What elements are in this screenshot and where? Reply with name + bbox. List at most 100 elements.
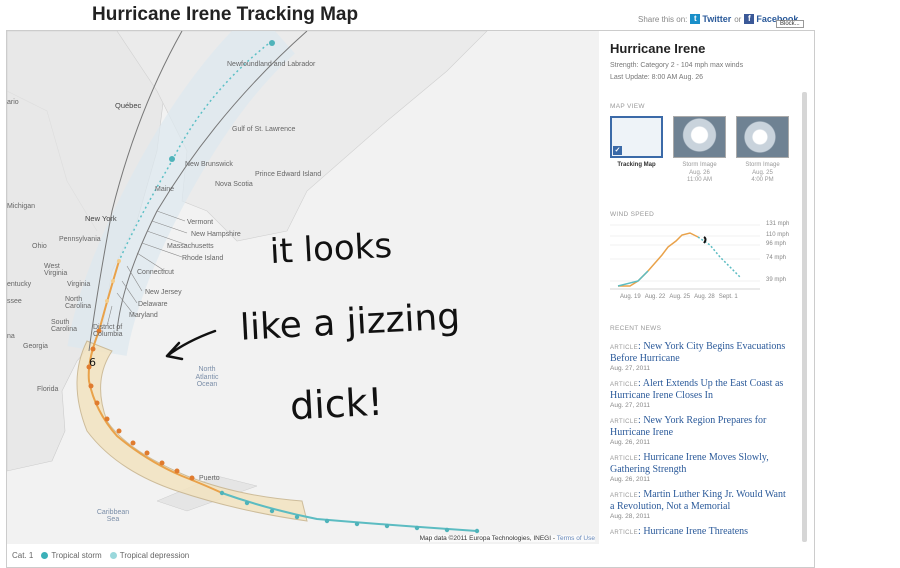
- twitter-icon: t: [690, 14, 701, 24]
- news-item[interactable]: ARTICLE: New York City Begins Evacuation…: [610, 341, 788, 372]
- legend-cat1: Cat. 1: [12, 551, 34, 560]
- label-delaware: Delaware: [138, 301, 168, 308]
- label-new-york: New York: [85, 214, 117, 223]
- news-tag: ARTICLE: [610, 345, 639, 351]
- recent-news-heading: RECENT NEWS: [610, 325, 662, 332]
- legend-tropical-storm: Tropical storm: [41, 551, 102, 560]
- tropical-storm-dot-icon: [41, 552, 49, 560]
- news-tag: ARTICLE: [610, 530, 639, 536]
- label-puerto: Puerto: [199, 475, 220, 482]
- label-kentucky: entucky: [7, 281, 32, 288]
- terms-link[interactable]: Terms of Use: [557, 535, 595, 542]
- legend-tropical-depression: Tropical depression: [109, 551, 189, 560]
- news-item[interactable]: ARTICLE: Martin Luther King Jr. Would Wa…: [610, 489, 788, 520]
- news-item[interactable]: ARTICLE: Hurricane Irene Moves Slowly, G…: [610, 452, 788, 483]
- facebook-icon: f: [744, 14, 755, 24]
- scribble-line-1: it looks: [269, 225, 394, 273]
- check-icon: ✓: [613, 146, 622, 155]
- thumb-date: Aug. 26: [689, 169, 710, 176]
- panel-title: Hurricane Irene: [610, 41, 706, 56]
- hurricane-symbol: 6: [89, 356, 96, 369]
- thumb-time: 11:00 AM: [687, 177, 712, 183]
- tropical-depression-dot-icon: [109, 552, 117, 560]
- wind-tick-74: 74 mph: [766, 255, 787, 261]
- wind-tick-131: 131 mph: [766, 221, 790, 227]
- storm-image-thumb: [736, 116, 789, 158]
- storm-strength: Strength: Category 2 - 104 mph max winds: [610, 62, 744, 69]
- wind-xtick: Aug. 22: [644, 294, 666, 300]
- info-panel: Hurricane Irene Strength: Category 2 - 1…: [600, 31, 805, 566]
- storm-image-thumb: [673, 116, 726, 158]
- attribution-text: Map data ©2011 Europa Technologies, INEG…: [419, 535, 555, 542]
- news-item[interactable]: ARTICLE: Hurricane Irene Threatens: [610, 526, 788, 538]
- label-dc: District of Columbia: [93, 324, 123, 338]
- wind-tick-96: 96 mph: [766, 241, 787, 247]
- last-update: Last Update: 8:00 AM Aug. 26: [610, 74, 704, 81]
- news-item[interactable]: ARTICLE: New York Region Prepares for Hu…: [610, 415, 788, 446]
- label-connecticut: Connecticut: [137, 269, 174, 276]
- label-maryland: Maryland: [129, 312, 158, 319]
- thumb-time: 4:00 PM: [751, 177, 774, 183]
- scribble-mark: [703, 236, 707, 244]
- twitter-share-button[interactable]: t Twitter: [690, 14, 731, 24]
- block-button[interactable]: Block...: [776, 20, 804, 28]
- label-atlantic: North Atlantic Ocean: [195, 366, 219, 389]
- label-alabama: na: [7, 333, 15, 340]
- label-michigan: Michigan: [7, 203, 36, 210]
- label-tennessee: ssee: [7, 298, 22, 305]
- label-vermont: Vermont: [187, 219, 214, 226]
- wind-xtick: Aug. 28: [694, 294, 715, 300]
- thumb-date: Aug. 25: [752, 169, 773, 176]
- thumb-tracking-map[interactable]: ✓ Tracking Map: [610, 116, 663, 185]
- thumb-storm-image-1[interactable]: Storm Image Aug. 26 11:00 AM: [673, 116, 726, 185]
- thumb-label: Storm Image: [745, 162, 780, 168]
- label-new-hampshire: New Hampshire: [191, 231, 241, 238]
- news-tag: ARTICLE: [610, 456, 639, 462]
- label-south-carolina: South Carolina: [51, 319, 78, 333]
- twitter-label: Twitter: [702, 14, 732, 24]
- label-quebec: Québec: [115, 101, 142, 110]
- page-title: Hurricane Irene Tracking Map: [92, 4, 359, 25]
- tracking-map[interactable]: 6 Newfoundland and Labrador Québec Gulf …: [7, 31, 599, 544]
- news-date: Aug. 28, 2011: [610, 513, 650, 520]
- wind-xtick: Aug. 19: [620, 294, 641, 300]
- label-florida: Florida: [37, 386, 59, 393]
- news-date: Aug. 27, 2011: [610, 402, 650, 409]
- news-headline[interactable]: Hurricane Irene Threatens: [643, 526, 748, 537]
- wind-speed-heading: WIND SPEED: [610, 211, 655, 218]
- thumb-storm-image-2[interactable]: Storm Image Aug. 25 4:00 PM: [736, 116, 789, 185]
- label-caribbean: Caribbean Sea: [96, 509, 130, 523]
- share-prefix: Share this on:: [638, 14, 688, 24]
- panel-scrollbar[interactable]: [802, 92, 807, 542]
- news-tag: ARTICLE: [610, 493, 639, 499]
- news-list: ARTICLE: New York City Begins Evacuation…: [610, 341, 788, 544]
- share-or: or: [734, 14, 742, 24]
- wind-line-hurricane: [618, 232, 699, 287]
- label-nova-scotia: Nova Scotia: [215, 181, 253, 188]
- news-tag: ARTICLE: [610, 419, 639, 425]
- wind-tick-110: 110 mph: [766, 232, 789, 238]
- share-bar: Share this on: t Twitter or f Facebook: [638, 14, 798, 24]
- label-pei: Prince Edward Island: [255, 171, 322, 178]
- map-legend: Cat. 1 Tropical storm Tropical depressio…: [12, 551, 189, 560]
- label-north-carolina: North Carolina: [65, 296, 92, 310]
- wind-x-axis: Aug. 19 Aug. 22 Aug. 25 Aug. 28 Sept. 1: [620, 294, 738, 300]
- label-ohio: Ohio: [32, 243, 47, 250]
- map-view-thumbnails: ✓ Tracking Map Storm Image Aug. 26 11:00…: [610, 116, 789, 185]
- label-new-brunswick: New Brunswick: [185, 161, 233, 168]
- scribble-line-3: dick!: [288, 379, 384, 429]
- label-newfoundland: Newfoundland and Labrador: [227, 61, 316, 68]
- news-tag: ARTICLE: [610, 382, 639, 388]
- label-maine: Maine: [155, 186, 175, 193]
- legend-ts-label: Tropical storm: [51, 551, 102, 560]
- label-ontario: ario: [7, 99, 19, 106]
- map-canvas: 6: [7, 31, 488, 534]
- news-date: Aug. 26, 2011: [610, 439, 650, 446]
- label-pennsylvania: Pennsylvania: [59, 236, 101, 243]
- wind-speed-chart: [610, 224, 760, 290]
- arrow-scribble: [165, 329, 217, 361]
- wind-tick-39: 39 mph: [766, 277, 787, 283]
- label-virginia: Virginia: [67, 281, 91, 288]
- label-gulf: Gulf of St. Lawrence: [232, 126, 296, 133]
- news-item[interactable]: ARTICLE: Alert Extends Up the East Coast…: [610, 378, 788, 409]
